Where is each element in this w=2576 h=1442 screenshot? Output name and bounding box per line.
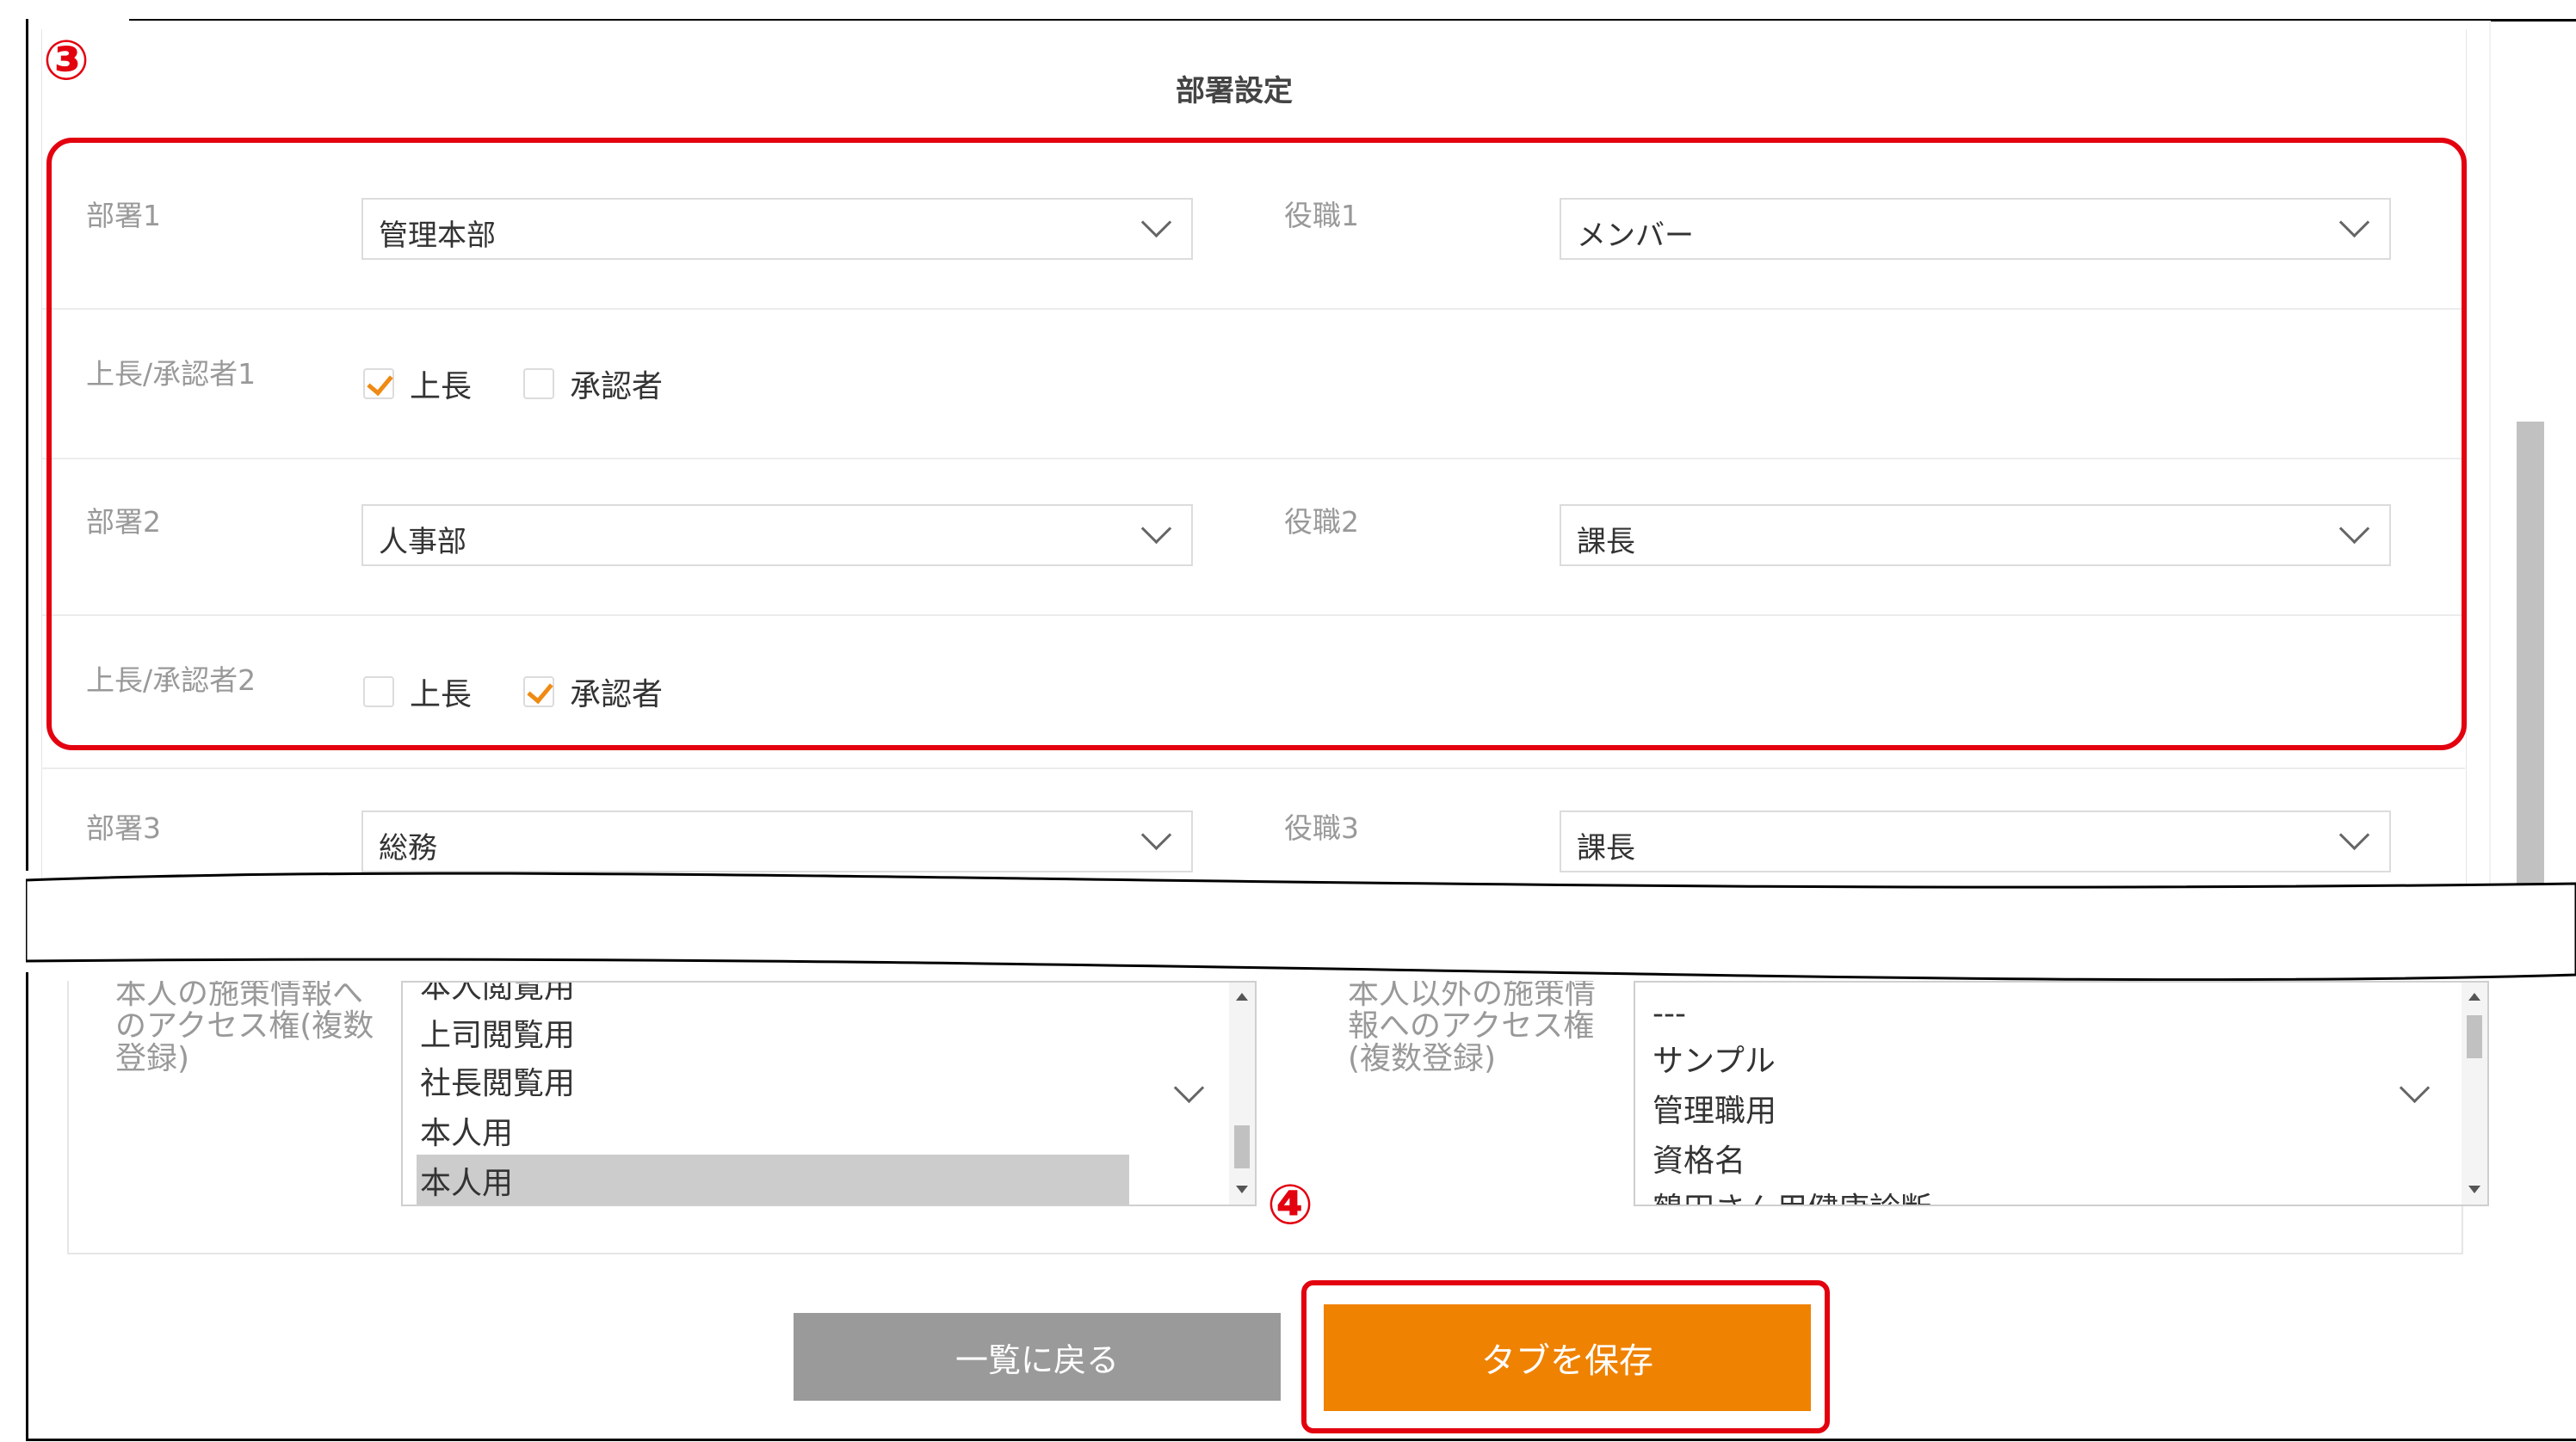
self-access-option[interactable]: 上司閲覧用: [420, 1010, 575, 1055]
pos3-label: 役職3: [1284, 811, 1359, 845]
selected-row: [417, 1155, 1129, 1205]
frame-left-line-bottom: [26, 972, 28, 1440]
listbox-scroll-thumb[interactable]: [2467, 1015, 2482, 1058]
scroll-up-arrow-icon[interactable]: [1236, 993, 1248, 1001]
listbox-scrollbar[interactable]: [2462, 983, 2487, 1205]
self-access-label-line2: のアクセス権(複数: [115, 1008, 374, 1044]
frame-bottom-line: [26, 1439, 2576, 1441]
annotation-marker-3: ③: [43, 29, 90, 93]
scroll-up-arrow-icon[interactable]: [2468, 993, 2480, 1001]
frame-left-line: [26, 19, 28, 871]
self-access-option[interactable]: 本人閲覧用: [420, 983, 575, 1007]
dept3-select[interactable]: 総務: [361, 810, 1193, 872]
page-scrollbar-track[interactable]: [2489, 21, 2491, 890]
others-access-option[interactable]: 管理職用: [1652, 1086, 1776, 1131]
annotation-highlight-4: [1301, 1280, 1830, 1433]
row-divider: [41, 767, 2465, 769]
others-access-label-line3: (複数登録): [1348, 1041, 1497, 1076]
self-access-label-line1: 本人の施策情報へ: [115, 981, 364, 1011]
page-scrollbar-thumb[interactable]: [2517, 422, 2544, 886]
self-access-option-selected[interactable]: 本人用: [420, 1158, 513, 1203]
others-access-label-line2: 報へのアクセス権: [1348, 1008, 1595, 1044]
annotation-highlight-3: [46, 138, 2467, 750]
listbox-scrollbar[interactable]: [1229, 983, 1255, 1205]
dept3-label: 部署3: [86, 811, 161, 845]
others-access-option[interactable]: 鶴田さん用健康診断: [1652, 1184, 1931, 1205]
self-access-label: 本人の施策情報へ のアクセス権(複数 登録): [115, 981, 374, 1075]
others-access-listbox[interactable]: --- サンプル 管理職用 資格名 鶴田さん用健康診断: [1634, 981, 2489, 1206]
chevron-down-icon: [2338, 819, 2370, 851]
dept3-value: 総務: [379, 831, 437, 866]
pos3-value: 課長: [1577, 831, 1635, 866]
others-access-label: 本人以外の施策情 報へのアクセス権 (複数登録): [1348, 981, 1596, 1075]
pos3-select[interactable]: 課長: [1560, 810, 2391, 872]
back-to-list-button[interactable]: 一覧に戻る: [794, 1313, 1281, 1401]
scroll-down-arrow-icon[interactable]: [2468, 1186, 2480, 1193]
self-access-option[interactable]: 本人用: [420, 1108, 513, 1153]
chevron-down-icon: [1173, 1072, 1205, 1104]
others-access-option[interactable]: 資格名: [1652, 1136, 1745, 1180]
self-access-label-line3: 登録): [115, 1041, 190, 1076]
others-access-option[interactable]: ---: [1652, 996, 1686, 1032]
annotation-marker-4: ④: [1262, 1174, 1319, 1237]
chevron-down-icon: [1140, 819, 1172, 851]
listbox-scroll-thumb[interactable]: [1234, 1125, 1250, 1168]
scroll-down-arrow-icon[interactable]: [1236, 1186, 1248, 1193]
others-access-label-line1: 本人以外の施策情: [1348, 981, 1597, 1011]
self-access-option[interactable]: 社長閲覧用: [420, 1058, 575, 1103]
self-access-listbox[interactable]: 本人閲覧用 上司閲覧用 社長閲覧用 本人用 本人用: [401, 981, 1257, 1206]
section-title: 部署設定: [1176, 74, 1293, 108]
others-access-option[interactable]: サンプル: [1652, 1036, 1776, 1081]
chevron-down-icon: [2399, 1072, 2431, 1104]
